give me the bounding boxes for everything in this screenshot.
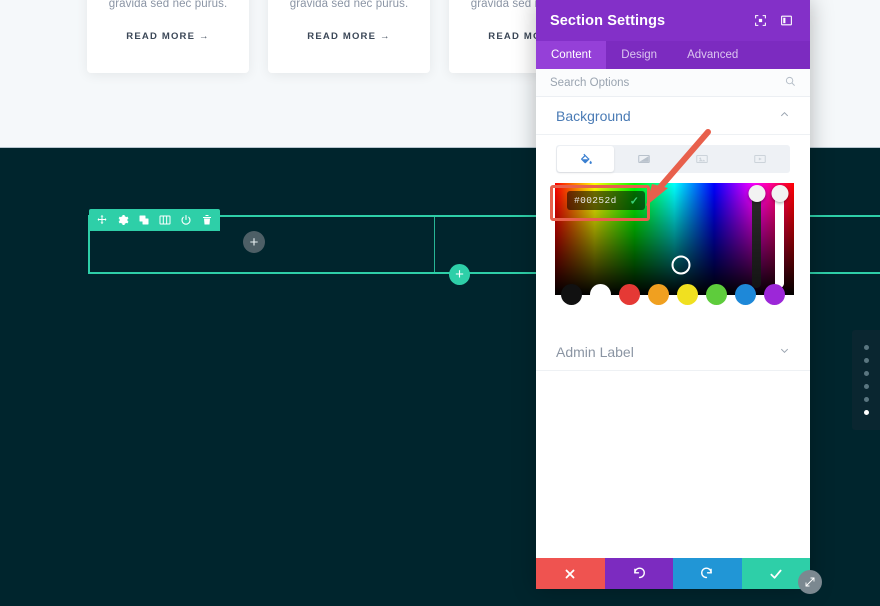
background-image-tab[interactable]: [674, 146, 731, 172]
panel-tabs: Content Design Advanced: [536, 41, 810, 69]
page-dot[interactable]: [863, 371, 869, 376]
layout-icon[interactable]: [776, 11, 796, 31]
chevron-up-icon[interactable]: [779, 107, 790, 125]
panel-header: Section Settings: [536, 0, 810, 41]
page-dots-nav[interactable]: [852, 330, 880, 430]
gear-icon[interactable]: [117, 214, 129, 226]
page-dot[interactable]: [863, 397, 869, 402]
color-swatch[interactable]: [648, 284, 669, 305]
redo-button[interactable]: [673, 558, 742, 589]
color-swatch[interactable]: [677, 284, 698, 305]
duplicate-icon[interactable]: [138, 214, 150, 226]
card-text: gravida sed nec purus.: [289, 0, 409, 10]
color-swatch[interactable]: [561, 284, 582, 305]
screen: gravida sed nec purus. READ MORE → gravi…: [0, 0, 880, 606]
tab-design[interactable]: Design: [606, 41, 672, 69]
tab-content[interactable]: Content: [536, 41, 607, 69]
search-input[interactable]: [550, 76, 785, 89]
page-dot[interactable]: [863, 345, 869, 350]
trash-icon[interactable]: [201, 214, 213, 226]
tab-advanced[interactable]: Advanced: [672, 41, 753, 69]
accordion-admin-label[interactable]: Admin Label: [536, 333, 810, 371]
color-swatch[interactable]: [619, 284, 640, 305]
check-icon[interactable]: ✓: [630, 194, 639, 207]
background-color-tab[interactable]: [557, 146, 615, 172]
hex-input-field[interactable]: #00252d ✓: [567, 191, 645, 210]
accordion-background-label: Background: [556, 107, 631, 124]
resize-handle[interactable]: [798, 570, 822, 594]
content-card[interactable]: gravida sed nec purus. READ MORE →: [87, 0, 249, 73]
column-divider: [434, 217, 435, 272]
expand-icon[interactable]: [750, 11, 770, 31]
add-module-button[interactable]: +: [243, 231, 265, 253]
panel-action-bar: [536, 558, 810, 589]
background-gradient-tab[interactable]: [615, 146, 672, 172]
accordion-background[interactable]: Background: [536, 97, 810, 135]
page-dot-active[interactable]: [863, 410, 869, 415]
content-card[interactable]: gravida sed nec purus. READ MORE →: [268, 0, 430, 73]
alpha-slider-handle[interactable]: [771, 185, 788, 202]
accordion-admin-label-text: Admin Label: [556, 343, 634, 360]
card-text: gravida sed nec purus.: [108, 0, 228, 10]
card-read-more-link[interactable]: READ MORE →: [307, 31, 390, 42]
page-dot[interactable]: [863, 358, 869, 363]
search-icon[interactable]: [785, 74, 796, 92]
alpha-slider[interactable]: [771, 185, 788, 288]
color-picker[interactable]: #00252d ✓: [555, 183, 794, 305]
move-icon[interactable]: [96, 214, 108, 226]
search-row: [536, 69, 810, 97]
power-icon[interactable]: [180, 214, 192, 226]
card-read-more-link[interactable]: READ MORE →: [126, 31, 209, 42]
panel-title: Section Settings: [550, 12, 666, 29]
panel-body: Background #00252d ✓ Admin Label: [536, 97, 810, 589]
color-swatch[interactable]: [764, 284, 785, 305]
background-type-tabs: [556, 145, 790, 173]
color-swatch[interactable]: [590, 284, 611, 305]
undo-button[interactable]: [604, 558, 673, 589]
background-video-tab[interactable]: [732, 146, 789, 172]
section-toolbar[interactable]: [89, 209, 220, 231]
color-swatch[interactable]: [735, 284, 756, 305]
hue-slider[interactable]: [748, 185, 765, 288]
page-dot[interactable]: [863, 384, 869, 389]
color-picker-cursor[interactable]: [671, 255, 691, 275]
section-settings-panel: Section Settings Content Design Advanced: [536, 0, 810, 589]
color-swatch-row: [561, 284, 785, 305]
columns-icon[interactable]: [159, 214, 171, 226]
hue-slider-handle[interactable]: [748, 185, 765, 202]
hex-value: #00252d: [574, 195, 617, 206]
color-swatch[interactable]: [706, 284, 727, 305]
cancel-button[interactable]: [536, 558, 605, 589]
chevron-down-icon[interactable]: [779, 343, 790, 361]
add-section-button[interactable]: +: [449, 264, 470, 285]
